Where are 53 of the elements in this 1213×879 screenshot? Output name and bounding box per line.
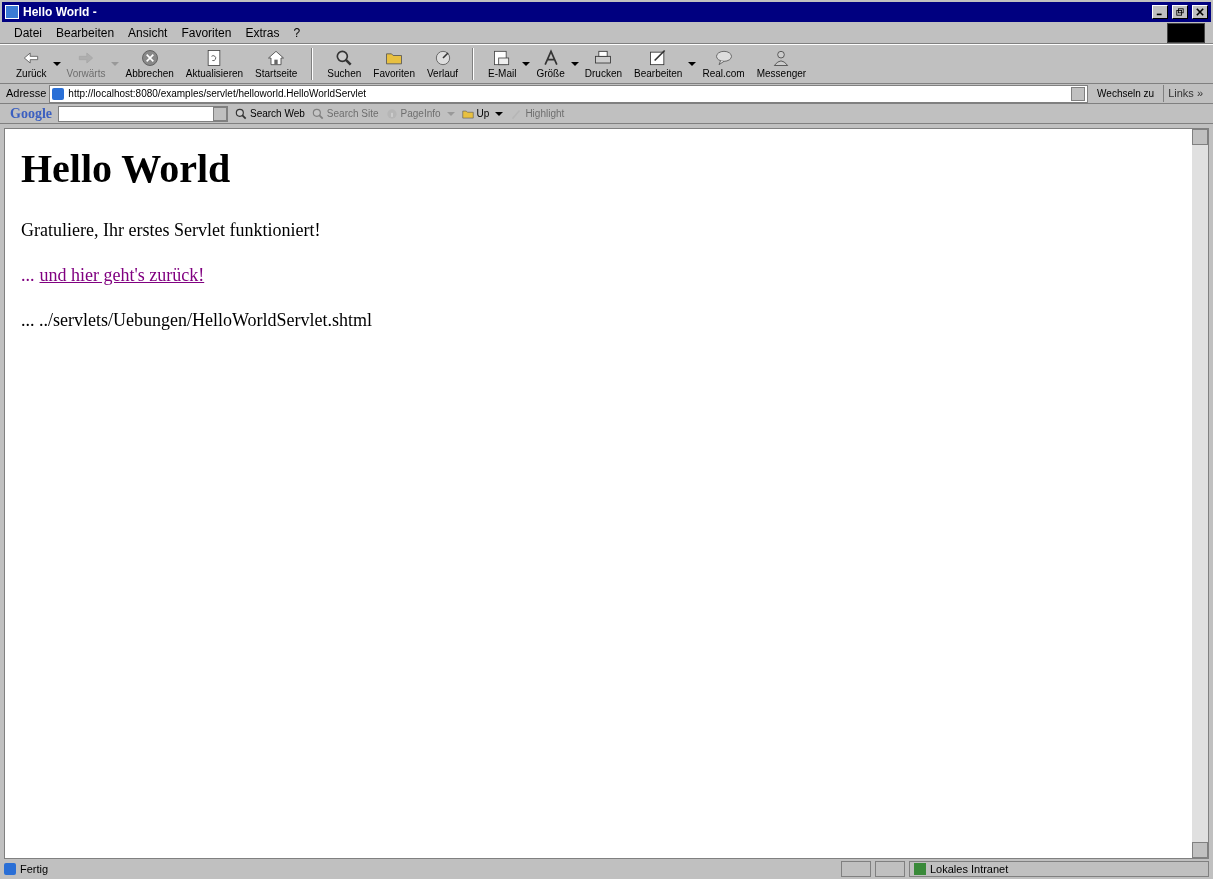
status-panel xyxy=(875,861,905,877)
menu-item[interactable]: Favoriten xyxy=(175,23,238,42)
dropdown-caret-icon[interactable] xyxy=(688,62,697,66)
close-button[interactable] xyxy=(1192,5,1208,19)
toolbar-button[interactable]: Drucken xyxy=(578,46,629,82)
dropdown-caret-icon[interactable] xyxy=(52,62,61,66)
network-icon xyxy=(914,863,926,875)
minimize-button[interactable] xyxy=(1152,5,1168,19)
link-prefix: ... xyxy=(21,264,35,287)
back-link[interactable]: und hier geht's zurück! xyxy=(39,262,205,289)
page-icon xyxy=(4,863,16,875)
restore-button[interactable] xyxy=(1172,5,1188,19)
window-title: Hello World - xyxy=(23,4,98,21)
dropdown-caret-icon[interactable] xyxy=(495,111,504,116)
status-panel xyxy=(841,861,871,877)
menu-item[interactable]: Ansicht xyxy=(122,23,174,42)
page-paragraph: Gratuliere, Ihr erstes Servlet funktioniert! xyxy=(21,219,322,242)
toolbar-button[interactable]: Messenger xyxy=(750,46,813,82)
toolbar-button[interactable]: Real.com xyxy=(696,46,751,82)
toolbar-button[interactable]: Favoriten xyxy=(367,46,421,82)
go-button[interactable]: Wechseln zu xyxy=(1091,86,1161,101)
search-icon xyxy=(310,106,325,121)
toolbar-button[interactable]: Aktualisieren xyxy=(179,46,250,82)
close-icon xyxy=(1196,8,1204,16)
links-button[interactable]: Links » xyxy=(1163,85,1207,102)
dropdown-caret-icon[interactable] xyxy=(570,62,579,66)
toolbar-button[interactable]: Zurück xyxy=(10,46,53,82)
toolbar-button[interactable]: E-Mail xyxy=(482,46,523,82)
toolbar-button[interactable]: Search Web xyxy=(234,106,305,121)
restore-icon xyxy=(1176,8,1184,16)
menu-item[interactable]: Datei xyxy=(8,23,48,42)
dropdown-caret-icon[interactable] xyxy=(522,62,531,66)
zone-text: Lokales Intranet xyxy=(930,861,1009,877)
google-search-field[interactable] xyxy=(58,105,228,122)
menu-item[interactable]: ? xyxy=(287,23,307,42)
address-label: Adresse xyxy=(6,86,47,102)
toolbar-button[interactable]: Verlauf xyxy=(420,46,465,82)
address-field[interactable]: http://localhost:8080/examples/servlet/helloworld.HelloWorldServlet xyxy=(49,84,1089,103)
toolbar-button[interactable]: Up xyxy=(460,106,490,121)
toolbar-button[interactable]: Abbrechen xyxy=(119,46,180,82)
menu-item[interactable]: Extras xyxy=(239,23,286,42)
path-text: ... ../servlets/Uebungen/HelloWorldServlet.shtml xyxy=(21,309,373,332)
toolbar-button[interactable]: Größe xyxy=(530,46,571,82)
toolbar-button[interactable]: Suchen xyxy=(321,46,368,82)
browser-icon xyxy=(5,5,19,19)
page-icon xyxy=(52,87,65,100)
toolbar-button[interactable]: Bearbeiten xyxy=(628,46,689,82)
search-icon xyxy=(234,106,248,121)
status-text: Fertig xyxy=(20,861,50,877)
toolbar-button[interactable]: Startseite xyxy=(249,46,304,82)
menu-item[interactable]: Bearbeiten xyxy=(50,23,121,42)
stop-icon xyxy=(139,47,160,68)
page-heading: Hello World xyxy=(21,145,232,193)
